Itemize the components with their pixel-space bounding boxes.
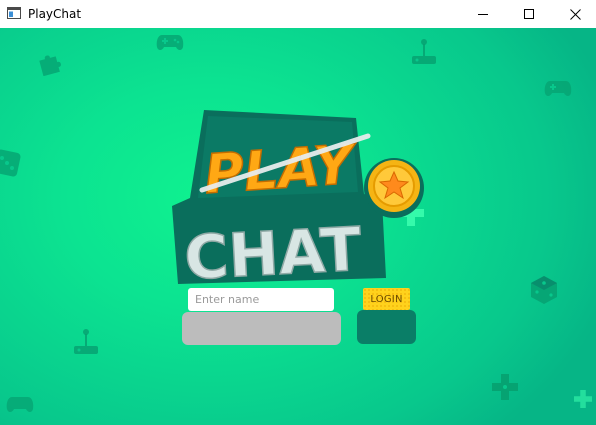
main-area: PLAY CHAT xyxy=(0,28,596,425)
dpad-icon xyxy=(574,390,592,408)
minimize-button[interactable] xyxy=(460,0,506,28)
name-input-frame xyxy=(182,312,341,345)
maximize-button[interactable] xyxy=(506,0,552,28)
close-icon xyxy=(569,8,581,20)
joystick-icon xyxy=(74,329,98,354)
star-coin-icon xyxy=(364,158,424,218)
app-icon xyxy=(7,7,21,19)
joystick-icon xyxy=(412,39,436,64)
puzzle-icon xyxy=(39,55,61,76)
playchat-logo: PLAY CHAT xyxy=(172,110,424,288)
login-button-frame xyxy=(357,310,416,344)
name-input[interactable] xyxy=(188,288,334,311)
dpad-icon xyxy=(492,374,518,400)
gamepad-icon xyxy=(544,81,572,96)
gamepad-icon xyxy=(6,397,34,412)
dice-icon xyxy=(531,276,557,304)
logo-play-text: PLAY xyxy=(202,133,360,207)
dice-icon xyxy=(0,149,21,177)
logo-chat-text: CHAT xyxy=(183,215,363,288)
title-bar[interactable]: PlayChat xyxy=(0,0,596,28)
app-window: PlayChat PLAY CHAT Enter name LOGIN xyxy=(0,0,596,425)
window-title: PlayChat xyxy=(28,7,82,21)
close-button[interactable] xyxy=(552,0,596,28)
maximize-icon xyxy=(524,9,534,19)
minimize-icon xyxy=(478,14,488,15)
login-button[interactable]: LOGIN xyxy=(363,288,410,310)
gamepad-icon xyxy=(156,35,184,50)
